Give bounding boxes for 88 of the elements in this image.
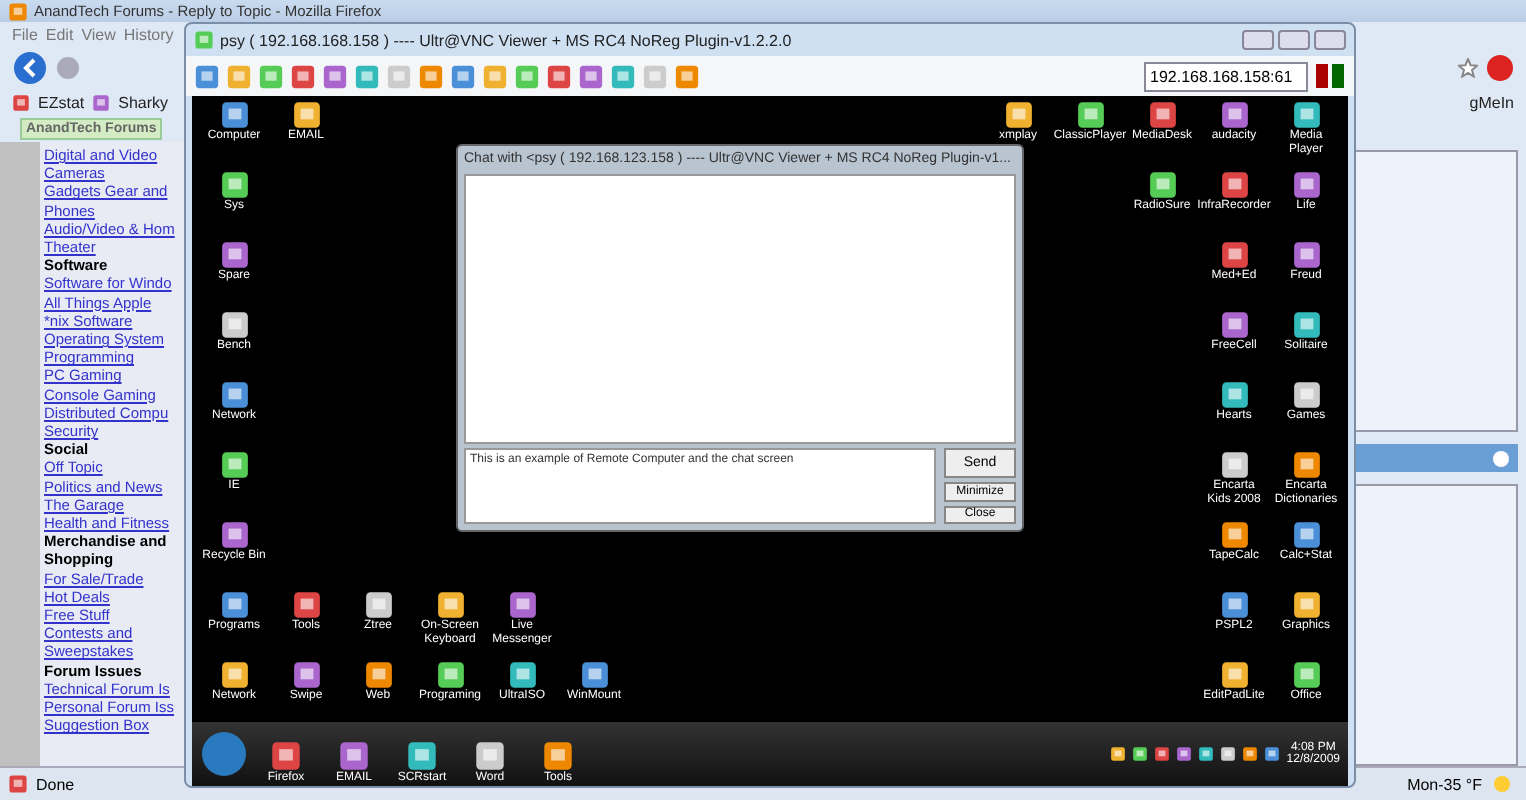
app-icon: [1291, 590, 1321, 620]
toolbar-icon: [322, 63, 348, 89]
app-icon: [507, 660, 537, 690]
app-icon: [1219, 450, 1249, 480]
weather-text: Mon-35 °F: [1407, 775, 1482, 793]
app-icon: [1291, 240, 1321, 270]
app-icon: [291, 100, 321, 130]
app-icon: [1219, 240, 1249, 270]
toolbar-icon: [354, 63, 380, 89]
start-button[interactable]: [200, 730, 248, 778]
app-icon: [507, 590, 537, 620]
bookmark[interactable]: Sharky: [118, 93, 169, 111]
toolbar-icon: [610, 63, 636, 89]
window-title: psy ( 192.168.168.158 ) ---- Ultr@VNC Viewer + MS RC4 NoReg Plugin-v1.2.2.0: [220, 31, 792, 49]
app-icon: [219, 100, 249, 130]
toolbar-icon: [290, 63, 316, 89]
app-icon: [363, 590, 393, 620]
bookmark-icon: [92, 93, 111, 111]
app-icon: [1291, 450, 1321, 480]
app-icon: [406, 740, 438, 772]
app-icon: [474, 740, 506, 772]
app-icon: [579, 660, 609, 690]
app-icon: [219, 240, 249, 270]
toolbar-icon: [578, 63, 604, 89]
app-icon: [219, 310, 249, 340]
menu-item[interactable]: View: [81, 25, 116, 43]
app-icon: [1291, 380, 1321, 410]
forward-icon[interactable]: [56, 56, 80, 80]
app-icon: [1147, 100, 1177, 130]
app-icon: [1219, 170, 1249, 200]
app-icon: [338, 740, 370, 772]
toolbar-icon: [674, 63, 700, 89]
app-icon: [435, 590, 465, 620]
app-icon: [219, 660, 249, 690]
app-icon: [1219, 520, 1249, 550]
back-icon[interactable]: [12, 50, 48, 86]
maximize-button[interactable]: [1278, 30, 1310, 50]
app-icon: [291, 590, 321, 620]
toolbar-icon: [386, 63, 412, 89]
status-icon: [8, 774, 28, 794]
app-icon: [1219, 590, 1249, 620]
app-icon: [1291, 310, 1321, 340]
app-icon: [219, 380, 249, 410]
app-icon: [1219, 310, 1249, 340]
toolbar-icon: [226, 63, 252, 89]
app-icon: [1291, 520, 1321, 550]
toolbar-icon: [450, 63, 476, 89]
app-icon: [363, 660, 393, 690]
minimize-button[interactable]: [1242, 30, 1274, 50]
app-icon: [1147, 170, 1177, 200]
app-icon: [1219, 660, 1249, 690]
toolbar-icon: [482, 63, 508, 89]
app-icon: [435, 660, 465, 690]
close-button[interactable]: [1314, 30, 1346, 50]
toolbar-icon: [514, 63, 540, 89]
app-icon: [1075, 100, 1105, 130]
status-text: Done: [36, 775, 75, 793]
toolbar-icon: [642, 63, 668, 89]
status-light-icon: [1314, 62, 1346, 90]
tab[interactable]: gMeIn: [1469, 93, 1514, 111]
toolbar-icon: [546, 63, 572, 89]
app-icon: [1291, 660, 1321, 690]
app-icon: [1291, 170, 1321, 200]
app-icon: [219, 170, 249, 200]
app-icon: [542, 740, 574, 772]
close-icon[interactable]: [1492, 449, 1510, 467]
menu-item[interactable]: Edit: [45, 25, 74, 43]
app-icon: [1219, 100, 1249, 130]
browser-icon: [8, 1, 28, 21]
app-icon: [219, 590, 249, 620]
stop-sign-icon[interactable]: [1486, 54, 1514, 82]
address-field[interactable]: 192.168.168.158:61: [1144, 61, 1308, 91]
app-icon: [291, 660, 321, 690]
toolbar-icon: [418, 63, 444, 89]
app-icon: [270, 740, 302, 772]
toolbar-icon: [258, 63, 284, 89]
app-icon: [194, 30, 214, 50]
app-icon: [1003, 100, 1033, 130]
app-icon: [1219, 380, 1249, 410]
star-icon[interactable]: [1458, 58, 1478, 78]
app-icon: [219, 450, 249, 480]
app-icon: [1291, 100, 1321, 130]
menu-item[interactable]: History: [123, 25, 174, 43]
menu-item[interactable]: File: [12, 25, 38, 43]
bookmark-icon: [12, 93, 30, 111]
toolbar-icon: [194, 63, 220, 89]
app-icon: [219, 520, 249, 550]
bookmark[interactable]: EZstat: [38, 93, 85, 111]
